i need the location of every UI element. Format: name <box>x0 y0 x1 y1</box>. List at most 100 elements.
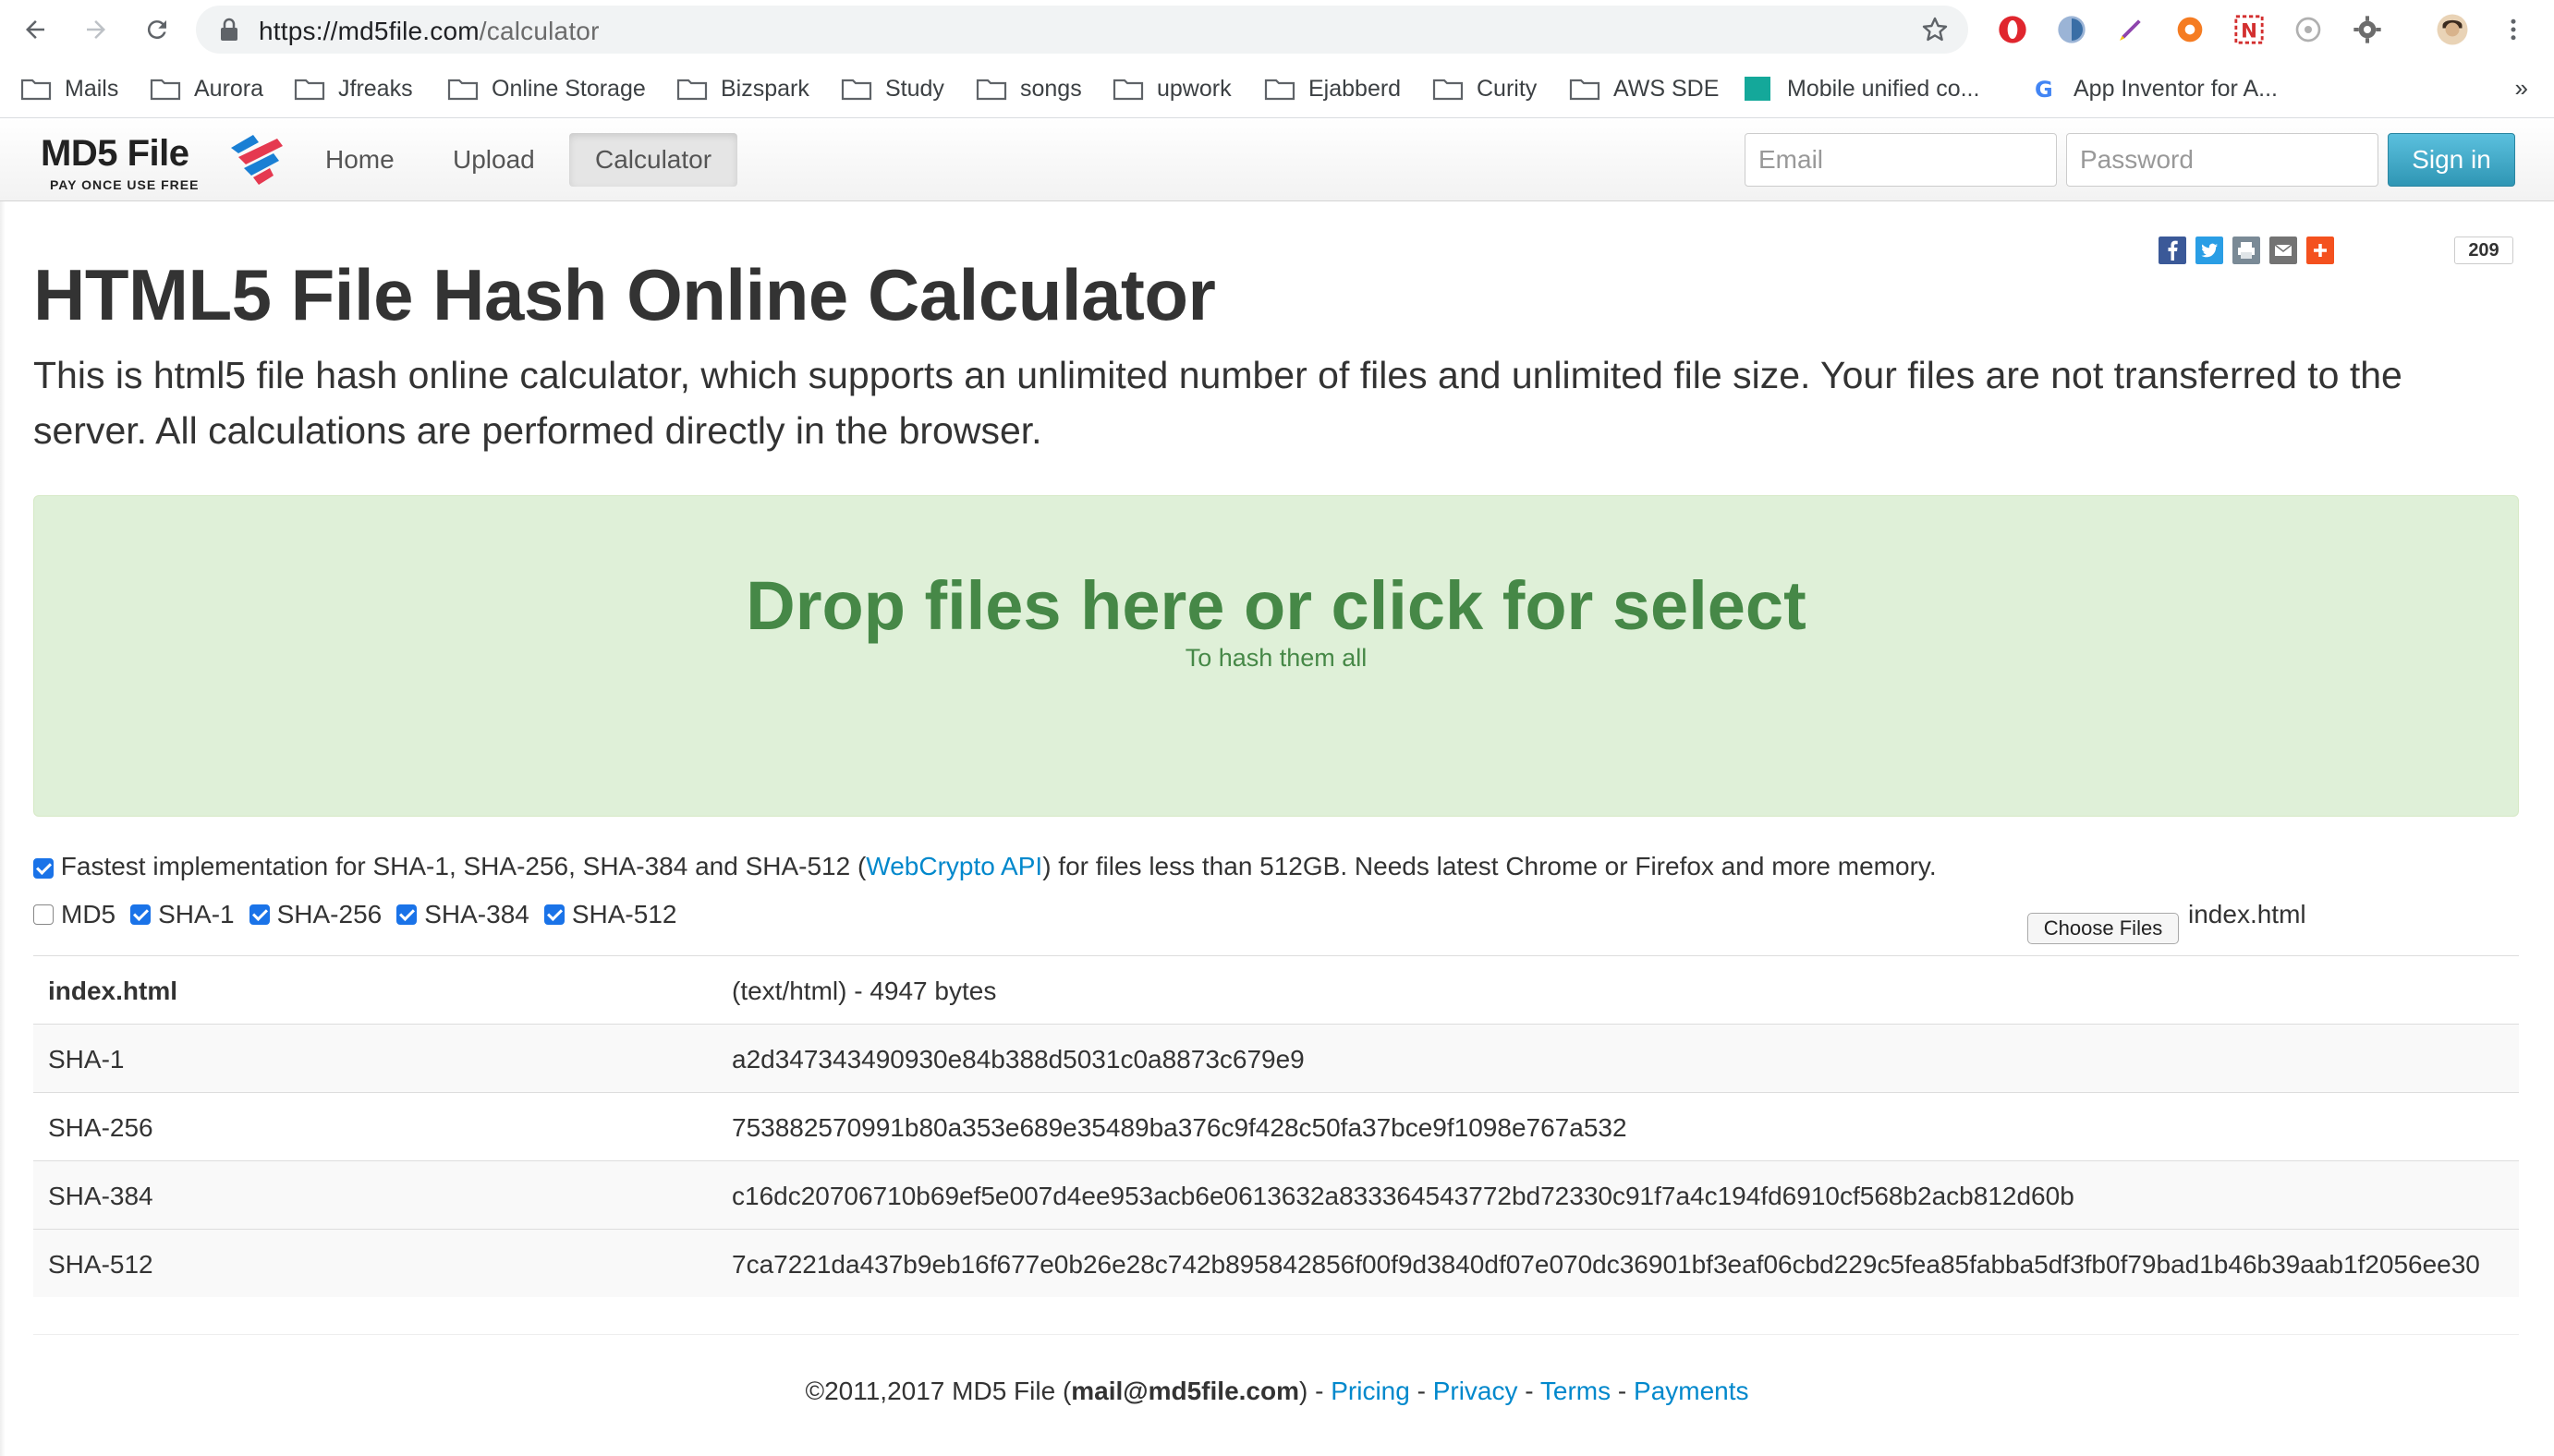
algo-md5-option[interactable]: MD5 <box>33 900 116 929</box>
sign-in-button[interactable]: Sign in <box>2388 133 2515 187</box>
bookmark-label: songs <box>1020 75 1082 102</box>
sha384-checkbox[interactable] <box>396 904 418 925</box>
twitter-share-icon[interactable] <box>2195 237 2223 264</box>
bookmarks-overflow-button[interactable]: » <box>2515 74 2528 103</box>
bookmarks-bar: Mails Aurora Jfreaks Online Storage Bizs… <box>0 59 2554 118</box>
result-name: SHA-384 <box>48 1182 153 1210</box>
footer-terms-link[interactable]: Terms <box>1540 1377 1611 1405</box>
algo-sha384-option[interactable]: SHA-384 <box>396 900 529 929</box>
webcrypto-text-after: ) for files less than 512GB. Needs lates… <box>1042 852 1937 880</box>
camera-extension-icon[interactable] <box>2292 13 2325 46</box>
nav-upload[interactable]: Upload <box>427 133 561 187</box>
bookmark-curity[interactable]: Curity <box>1432 72 1537 105</box>
url-host: https://md5file.com <box>259 17 480 45</box>
bookmark-jfreaks[interactable]: Jfreaks <box>294 72 413 105</box>
arrow-left-icon <box>26 20 44 39</box>
algo-label: SHA-512 <box>571 900 677 928</box>
bookmark-app-inventor[interactable]: G App Inventor for A... <box>2029 72 2278 105</box>
footer-separator: - <box>1611 1377 1635 1405</box>
file-dropzone[interactable]: Drop files here or click for select To h… <box>33 495 2519 817</box>
bookmark-bizspark[interactable]: Bizspark <box>676 72 809 105</box>
algo-label: SHA-1 <box>158 900 235 928</box>
sha1-checkbox[interactable] <box>130 904 152 925</box>
result-name: SHA-1 <box>48 1045 125 1074</box>
bookmark-label: Jfreaks <box>338 75 413 102</box>
logo-text: MD5 File <box>41 133 189 174</box>
md5-checkbox[interactable] <box>33 904 54 925</box>
bookmark-label: Curity <box>1477 75 1538 102</box>
browser-toolbar: https://md5file.com/calculator N <box>0 0 2554 59</box>
site-navbar: MD5 File PAY ONCE USE FREE Home Upload C… <box>0 118 2554 201</box>
table-row: SHA-512 7ca7221da437b9eb16f677e0b26e28c7… <box>33 1229 2519 1297</box>
vpn-extension-icon[interactable] <box>2055 13 2088 46</box>
bookmark-star-icon[interactable] <box>1920 15 1950 44</box>
result-name: SHA-256 <box>48 1113 153 1142</box>
algorithm-options: MD5 SHA-1 SHA-256 SHA-384 SHA-512 <box>33 896 691 933</box>
plus-share-icon[interactable] <box>2306 237 2334 264</box>
choose-files-button[interactable]: Choose Files <box>2027 913 2179 944</box>
folder-icon <box>447 79 479 101</box>
algo-sha1-option[interactable]: SHA-1 <box>130 900 235 929</box>
facebook-share-icon[interactable] <box>2159 237 2186 264</box>
webcrypto-api-link[interactable]: WebCrypto API <box>866 852 1042 880</box>
sha256-checkbox[interactable] <box>249 904 270 925</box>
lock-icon <box>221 18 237 41</box>
bookmark-label: upwork <box>1157 75 1232 102</box>
reload-button[interactable] <box>137 9 177 50</box>
webcrypto-checkbox[interactable] <box>33 857 54 879</box>
result-value: c16dc20706710b69ef5e007d4ee953acb6e06136… <box>732 1182 2074 1210</box>
dropzone-subtitle: To hash them all <box>1185 644 1368 672</box>
folder-icon <box>676 79 708 101</box>
bookmark-upwork[interactable]: upwork <box>1113 72 1232 105</box>
profile-avatar-icon[interactable] <box>2436 13 2469 46</box>
arrow-right-icon <box>87 20 105 39</box>
nav-calculator[interactable]: Calculator <box>569 133 738 187</box>
pen-extension-icon[interactable] <box>2114 13 2147 46</box>
nav-home[interactable]: Home <box>299 133 420 187</box>
bookmark-songs[interactable]: songs <box>976 72 1082 105</box>
logo-tagline: PAY ONCE USE FREE <box>50 177 200 192</box>
bookmark-mobile-unified[interactable]: Mobile unified co... <box>1743 72 1979 105</box>
bookmark-ejabberd[interactable]: Ejabberd <box>1264 72 1401 105</box>
footer-privacy-link[interactable]: Privacy <box>1433 1377 1518 1405</box>
site-logo[interactable]: MD5 File PAY ONCE USE FREE <box>41 129 299 192</box>
sha512-checkbox[interactable] <box>543 904 565 925</box>
opera-extension-icon[interactable] <box>1996 13 2029 46</box>
footer-separator: ) - <box>1299 1377 1332 1405</box>
bookmark-aws-sde[interactable]: AWS SDE <box>1569 72 1719 105</box>
bookmark-label: Online Storage <box>492 75 646 102</box>
settings-extension-icon[interactable] <box>2351 13 2384 46</box>
footer-pricing-link[interactable]: Pricing <box>1331 1377 1410 1405</box>
mail-share-icon[interactable] <box>2269 237 2297 264</box>
folder-icon <box>1113 79 1144 101</box>
print-share-icon[interactable] <box>2232 237 2260 264</box>
bookmark-online-storage[interactable]: Online Storage <box>447 72 646 105</box>
bookmark-study[interactable]: Study <box>841 72 944 105</box>
folder-icon <box>976 79 1007 101</box>
footer-payments-link[interactable]: Payments <box>1634 1377 1749 1405</box>
algo-sha512-option[interactable]: SHA-512 <box>543 900 677 929</box>
logo-mark-icon <box>231 135 283 185</box>
folder-icon <box>1569 79 1600 101</box>
algo-sha256-option[interactable]: SHA-256 <box>249 900 382 929</box>
password-field[interactable] <box>2066 133 2378 187</box>
bookmark-aurora[interactable]: Aurora <box>150 72 263 105</box>
rescue-extension-icon[interactable] <box>2173 13 2207 46</box>
email-field[interactable] <box>1745 133 2057 187</box>
folder-icon <box>150 79 181 101</box>
google-icon: G <box>2035 77 2053 101</box>
algo-label: SHA-384 <box>424 900 529 928</box>
address-bar[interactable]: https://md5file.com/calculator <box>196 6 1968 54</box>
menu-icon[interactable] <box>2497 13 2530 46</box>
page-description: This is html5 file hash online calculato… <box>33 354 2402 452</box>
back-button[interactable] <box>15 9 55 50</box>
result-value: a2d347343490930e84b388d5031c0a8873c679e9 <box>732 1045 1305 1074</box>
footer: ©2011,2017 MD5 File (mail@md5file.com) -… <box>0 1377 2554 1406</box>
notion-extension-icon[interactable]: N <box>2232 13 2266 46</box>
folder-icon <box>1432 79 1464 101</box>
bookmark-label: Ejabberd <box>1308 75 1402 102</box>
bookmark-mails[interactable]: Mails <box>20 72 118 105</box>
bookmark-label: Aurora <box>194 75 264 102</box>
forward-button[interactable] <box>76 9 116 50</box>
folder-icon <box>841 79 872 101</box>
